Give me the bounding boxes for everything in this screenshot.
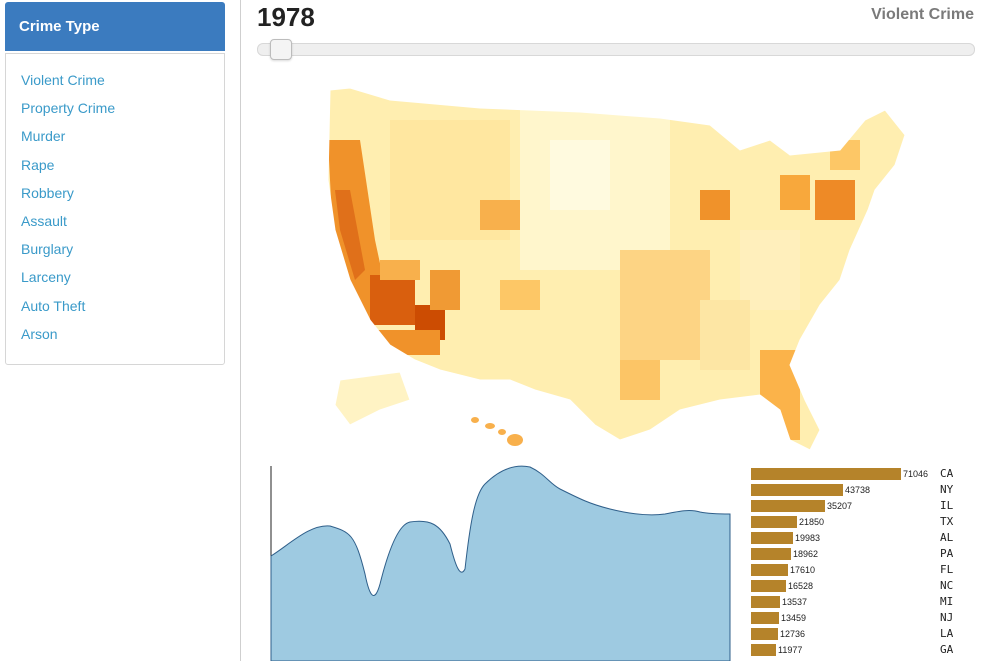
year-label: 1978 bbox=[257, 2, 315, 32]
bar-value-label: 19983 bbox=[795, 533, 821, 543]
bar-value-label: 11977 bbox=[778, 645, 803, 655]
bar-value-label: 13459 bbox=[781, 613, 807, 623]
bar-value-label: 16528 bbox=[788, 581, 814, 591]
bar-value-label: 71046 bbox=[903, 469, 929, 479]
timeline-area bbox=[270, 465, 731, 661]
bar bbox=[751, 628, 778, 640]
bar bbox=[751, 500, 825, 512]
bar-row-mi[interactable]: 13537 MI bbox=[751, 594, 997, 610]
bar-row-ny[interactable]: 43738 NY bbox=[751, 482, 997, 498]
state-label: IL bbox=[940, 499, 954, 512]
crime-type-rape[interactable]: Rape bbox=[6, 151, 224, 179]
state-label: LA bbox=[940, 627, 954, 640]
timeline-area-chart[interactable] bbox=[270, 464, 732, 661]
state-label: MI bbox=[940, 595, 954, 608]
state-label: PA bbox=[940, 547, 954, 560]
map-counties bbox=[328, 88, 905, 450]
bar-row-fl[interactable]: 17610 FL bbox=[751, 562, 997, 578]
year-slider-track[interactable] bbox=[257, 43, 975, 56]
bar-value-label: 18962 bbox=[793, 549, 819, 559]
crime-type-assault[interactable]: Assault bbox=[6, 207, 224, 235]
state-label: NY bbox=[940, 483, 954, 496]
bar-value-label: 12736 bbox=[780, 629, 806, 639]
state-label: NC bbox=[940, 579, 954, 592]
bar-row-nc[interactable]: 16528 NC bbox=[751, 578, 997, 594]
bar-row-pa[interactable]: 18962 PA bbox=[751, 546, 997, 562]
bar-value-label: 35207 bbox=[827, 501, 853, 511]
crime-type-robbery[interactable]: Robbery bbox=[6, 179, 224, 207]
crime-type-murder[interactable]: Murder bbox=[6, 122, 224, 150]
year-slider-handle[interactable] bbox=[270, 39, 292, 60]
bar-value-label: 13537 bbox=[782, 597, 808, 607]
crime-type-arson[interactable]: Arson bbox=[6, 320, 224, 348]
bar bbox=[751, 548, 791, 560]
bar-row-nj[interactable]: 13459 NJ bbox=[751, 610, 997, 626]
crime-type-list: Violent Crime Property Crime Murder Rape… bbox=[5, 53, 225, 365]
bar-row-al[interactable]: 19983 AL bbox=[751, 530, 997, 546]
sidebar: Crime Type Violent Crime Property Crime … bbox=[5, 2, 225, 365]
bar-value-label: 21850 bbox=[799, 517, 825, 527]
bar-value-label: 17610 bbox=[790, 565, 816, 575]
state-label: GA bbox=[940, 643, 954, 656]
state-label: AL bbox=[940, 531, 954, 544]
bar bbox=[751, 468, 901, 480]
bar bbox=[751, 532, 793, 544]
state-label: NJ bbox=[940, 611, 954, 624]
bar-row-tx[interactable]: 21850 TX bbox=[751, 514, 997, 530]
bar-row-ca[interactable]: 71046 CA bbox=[751, 466, 997, 482]
bar bbox=[751, 612, 779, 624]
us-county-map[interactable] bbox=[320, 80, 920, 460]
crime-type-title: Violent Crime bbox=[871, 6, 974, 23]
bar-row-ga[interactable]: 11977 GA bbox=[751, 642, 997, 658]
bar bbox=[751, 564, 788, 576]
bar bbox=[751, 644, 776, 656]
state-label: TX bbox=[940, 515, 954, 528]
bar bbox=[751, 516, 797, 528]
state-ranking-bars: 71046 CA 43738 NY 35207 IL 21850 TX 19983 AL 18962… bbox=[751, 466, 997, 658]
bar-row-la[interactable]: 12736 LA bbox=[751, 626, 997, 642]
bar bbox=[751, 484, 843, 496]
hawaii-shape bbox=[471, 417, 523, 446]
state-label: FL bbox=[940, 563, 954, 576]
sidebar-header: Crime Type bbox=[5, 2, 225, 51]
bar bbox=[751, 580, 786, 592]
crime-type-burglary[interactable]: Burglary bbox=[6, 235, 224, 263]
alaska-shape bbox=[334, 371, 411, 426]
bar-row-il[interactable]: 35207 IL bbox=[751, 498, 997, 514]
bar-value-label: 43738 bbox=[845, 485, 871, 495]
state-label: CA bbox=[940, 467, 954, 480]
crime-type-violent-crime[interactable]: Violent Crime bbox=[6, 66, 224, 94]
crime-type-larceny[interactable]: Larceny bbox=[6, 263, 224, 291]
crime-type-auto-theft[interactable]: Auto Theft bbox=[6, 292, 224, 320]
crime-type-property-crime[interactable]: Property Crime bbox=[6, 94, 224, 122]
bar bbox=[751, 596, 780, 608]
main-divider bbox=[240, 0, 241, 661]
